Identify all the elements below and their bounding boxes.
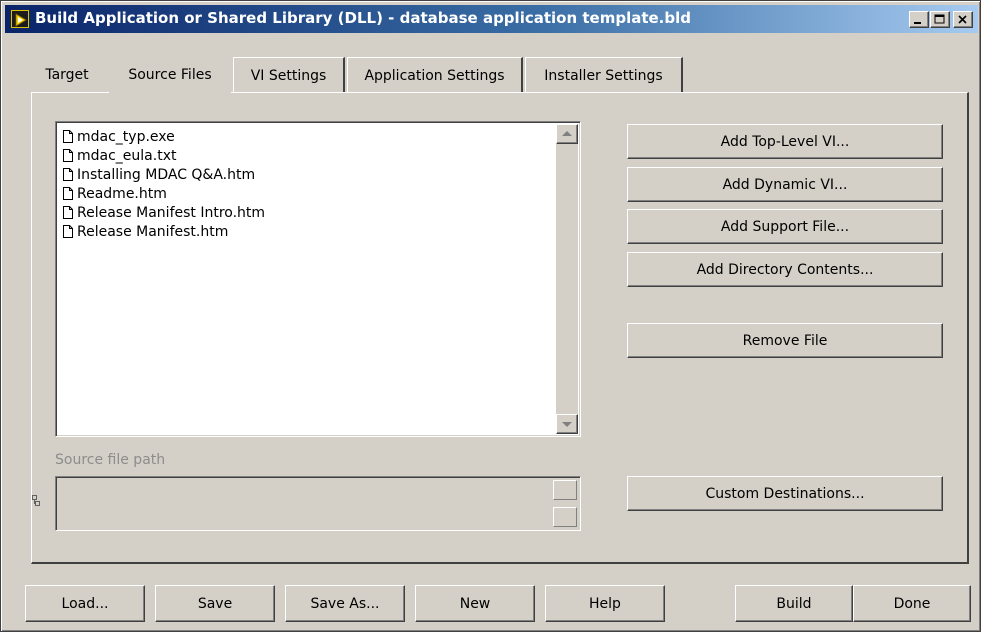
custom-destinations-button[interactable]: Custom Destinations... <box>627 476 943 511</box>
add-top-level-vi-button[interactable]: Add Top-Level VI... <box>627 124 943 159</box>
tab-source-files[interactable]: Source Files <box>109 57 231 92</box>
list-item[interactable]: Release Manifest.htm <box>63 223 265 242</box>
file-icon <box>63 225 73 238</box>
file-name: Release Manifest Intro.htm <box>77 205 266 221</box>
file-icon <box>63 149 73 162</box>
file-icon <box>63 187 73 200</box>
labview-run-icon <box>11 10 29 28</box>
save-button[interactable]: Save <box>155 585 275 622</box>
maximize-button[interactable] <box>930 11 950 28</box>
file-name: Release Manifest.htm <box>77 224 229 240</box>
close-button[interactable] <box>953 11 973 28</box>
window-title: Build Application or Shared Library (DLL… <box>35 9 691 27</box>
new-button[interactable]: New <box>415 585 535 622</box>
add-directory-contents-button[interactable]: Add Directory Contents... <box>627 252 943 287</box>
add-support-file-button[interactable]: Add Support File... <box>627 209 943 244</box>
tab-installer-settings[interactable]: Installer Settings <box>525 57 683 92</box>
file-name: Installing MDAC Q&A.htm <box>77 167 256 183</box>
list-item[interactable]: Readme.htm <box>63 185 265 204</box>
file-name: mdac_eula.txt <box>77 148 177 164</box>
path-scroll-up-icon[interactable] <box>553 480 577 500</box>
list-item[interactable]: Release Manifest Intro.htm <box>63 204 265 223</box>
file-list-items: mdac_typ.exe mdac_eula.txt Installing MD… <box>63 128 265 242</box>
source-file-path-label: Source file path <box>55 452 166 468</box>
tab-vi-settings[interactable]: VI Settings <box>233 57 345 92</box>
file-name: Readme.htm <box>77 186 167 202</box>
path-field-scrollbar[interactable] <box>553 480 577 527</box>
done-button[interactable]: Done <box>853 585 971 622</box>
scroll-up-arrow-icon[interactable] <box>556 124 578 144</box>
file-list-scrollbar[interactable] <box>556 124 578 434</box>
minimize-button[interactable] <box>909 11 929 28</box>
load-button[interactable]: Load... <box>25 585 145 622</box>
scroll-down-arrow-icon[interactable] <box>556 414 578 434</box>
remove-file-button[interactable]: Remove File <box>627 323 943 358</box>
file-name: mdac_typ.exe <box>77 129 175 145</box>
source-files-list[interactable]: mdac_typ.exe mdac_eula.txt Installing MD… <box>55 121 581 437</box>
list-item[interactable]: mdac_eula.txt <box>63 147 265 166</box>
path-icon <box>31 494 41 508</box>
selected-tab-join <box>109 91 231 94</box>
save-as-button[interactable]: Save As... <box>285 585 405 622</box>
build-dialog-window: Build Application or Shared Library (DLL… <box>0 0 981 632</box>
file-icon <box>63 168 73 181</box>
tab-application-settings[interactable]: Application Settings <box>347 57 523 92</box>
list-item[interactable]: Installing MDAC Q&A.htm <box>63 166 265 185</box>
add-dynamic-vi-button[interactable]: Add Dynamic VI... <box>627 167 943 202</box>
source-file-path-field[interactable] <box>55 476 581 531</box>
build-button[interactable]: Build <box>735 585 853 622</box>
list-item[interactable]: mdac_typ.exe <box>63 128 265 147</box>
file-icon <box>63 206 73 219</box>
file-icon <box>63 130 73 143</box>
tab-target[interactable]: Target <box>31 57 103 92</box>
path-scroll-down-icon[interactable] <box>553 507 577 527</box>
title-bar[interactable]: Build Application or Shared Library (DLL… <box>5 5 978 33</box>
help-button[interactable]: Help <box>545 585 665 622</box>
